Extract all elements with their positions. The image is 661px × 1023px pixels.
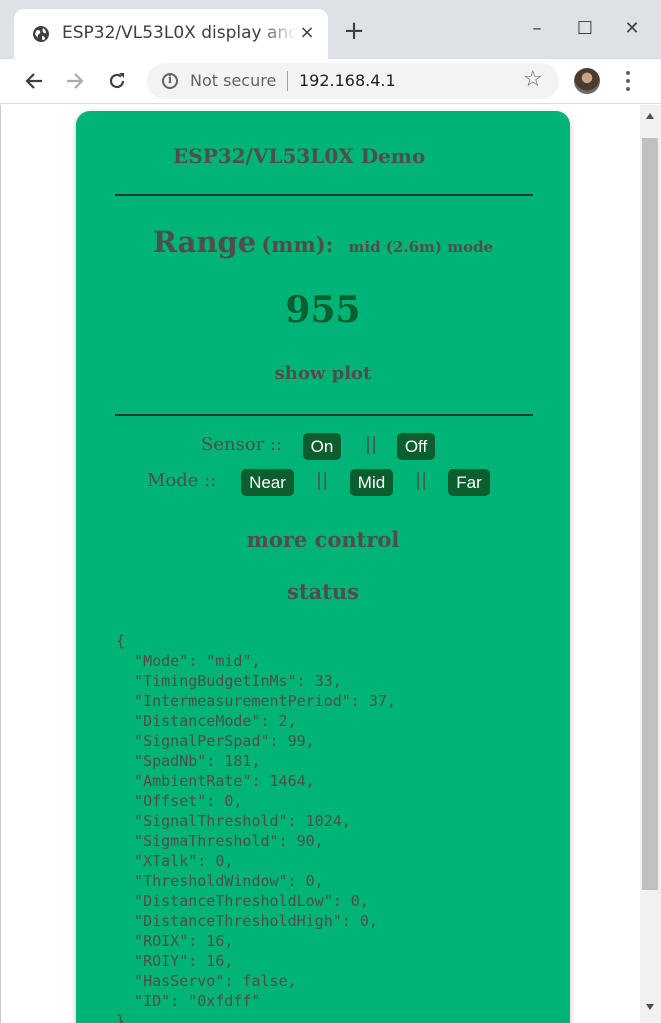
url-text[interactable]: 192.168.4.1 <box>299 71 396 90</box>
sensor-label: Sensor :: <box>201 434 283 455</box>
close-window-icon[interactable]: ✕ <box>621 18 643 40</box>
forward-arrow-icon <box>67 73 84 89</box>
separator: || <box>316 470 329 491</box>
close-tab-icon[interactable]: × <box>298 24 316 42</box>
mode-label: Mode :: <box>147 470 217 491</box>
bookmark-star-icon[interactable]: ☆ <box>523 68 543 92</box>
profile-avatar[interactable] <box>574 68 600 94</box>
range-heading: Range (mm): mid (2.6m) mode <box>76 225 570 259</box>
separator: || <box>365 434 378 455</box>
main-card: ESP32/VL53L0X Demo Range (mm): mid (2.6m… <box>76 111 570 1023</box>
status-json: { "Mode": "mid", "TimingBudgetInMs": 33,… <box>116 632 396 1023</box>
status-heading: status <box>287 579 359 604</box>
tab-title: ESP32/VL53L0X display and control <box>62 23 297 43</box>
show-plot-link[interactable]: show plot <box>76 363 570 384</box>
globe-icon <box>33 26 49 42</box>
menu-kebab-icon[interactable] <box>620 69 636 93</box>
omnibox-divider <box>287 71 288 91</box>
reload-button[interactable] <box>103 67 131 95</box>
range-unit: (mm): <box>261 232 334 257</box>
scroll-up-icon[interactable] <box>645 112 655 120</box>
maximize-icon[interactable]: ☐ <box>574 18 596 40</box>
info-icon[interactable] <box>162 73 178 89</box>
scroll-down-icon[interactable] <box>645 1003 655 1011</box>
browser-toolbar: Not secure 192.168.4.1 ☆ <box>0 59 661 104</box>
page-title: ESP32/VL53L0X Demo <box>173 144 426 168</box>
new-tab-icon[interactable]: + <box>343 18 365 44</box>
forward-button[interactable] <box>61 67 89 95</box>
back-button[interactable] <box>20 67 48 95</box>
minimize-icon[interactable]: – <box>526 18 548 40</box>
mode-near-button[interactable]: Near <box>241 469 294 496</box>
divider-top <box>115 194 533 196</box>
range-label: Range <box>152 225 257 259</box>
security-label[interactable]: Not secure <box>190 71 276 90</box>
sensor-on-button[interactable]: On <box>303 433 341 460</box>
page-viewport: ESP32/VL53L0X Demo Range (mm): mid (2.6m… <box>0 105 661 1023</box>
separator: || <box>415 470 428 491</box>
sensor-off-button[interactable]: Off <box>397 433 435 460</box>
browser-tab[interactable]: ESP32/VL53L0X display and control × <box>14 9 328 59</box>
mode-far-button[interactable]: Far <box>448 469 490 496</box>
vertical-scrollbar[interactable] <box>640 105 661 1023</box>
more-control-link[interactable]: more control <box>76 527 570 552</box>
mode-mid-button[interactable]: Mid <box>350 469 393 496</box>
range-mode: mid (2.6m) mode <box>348 238 494 256</box>
tab-strip: ESP32/VL53L0X display and control × + – … <box>0 0 661 59</box>
divider-middle <box>115 414 533 416</box>
address-bar[interactable]: Not secure 192.168.4.1 ☆ <box>147 63 559 99</box>
reload-icon <box>109 73 125 89</box>
back-arrow-icon <box>25 73 42 89</box>
scrollbar-thumb[interactable] <box>642 138 658 890</box>
range-value: 955 <box>285 289 361 331</box>
